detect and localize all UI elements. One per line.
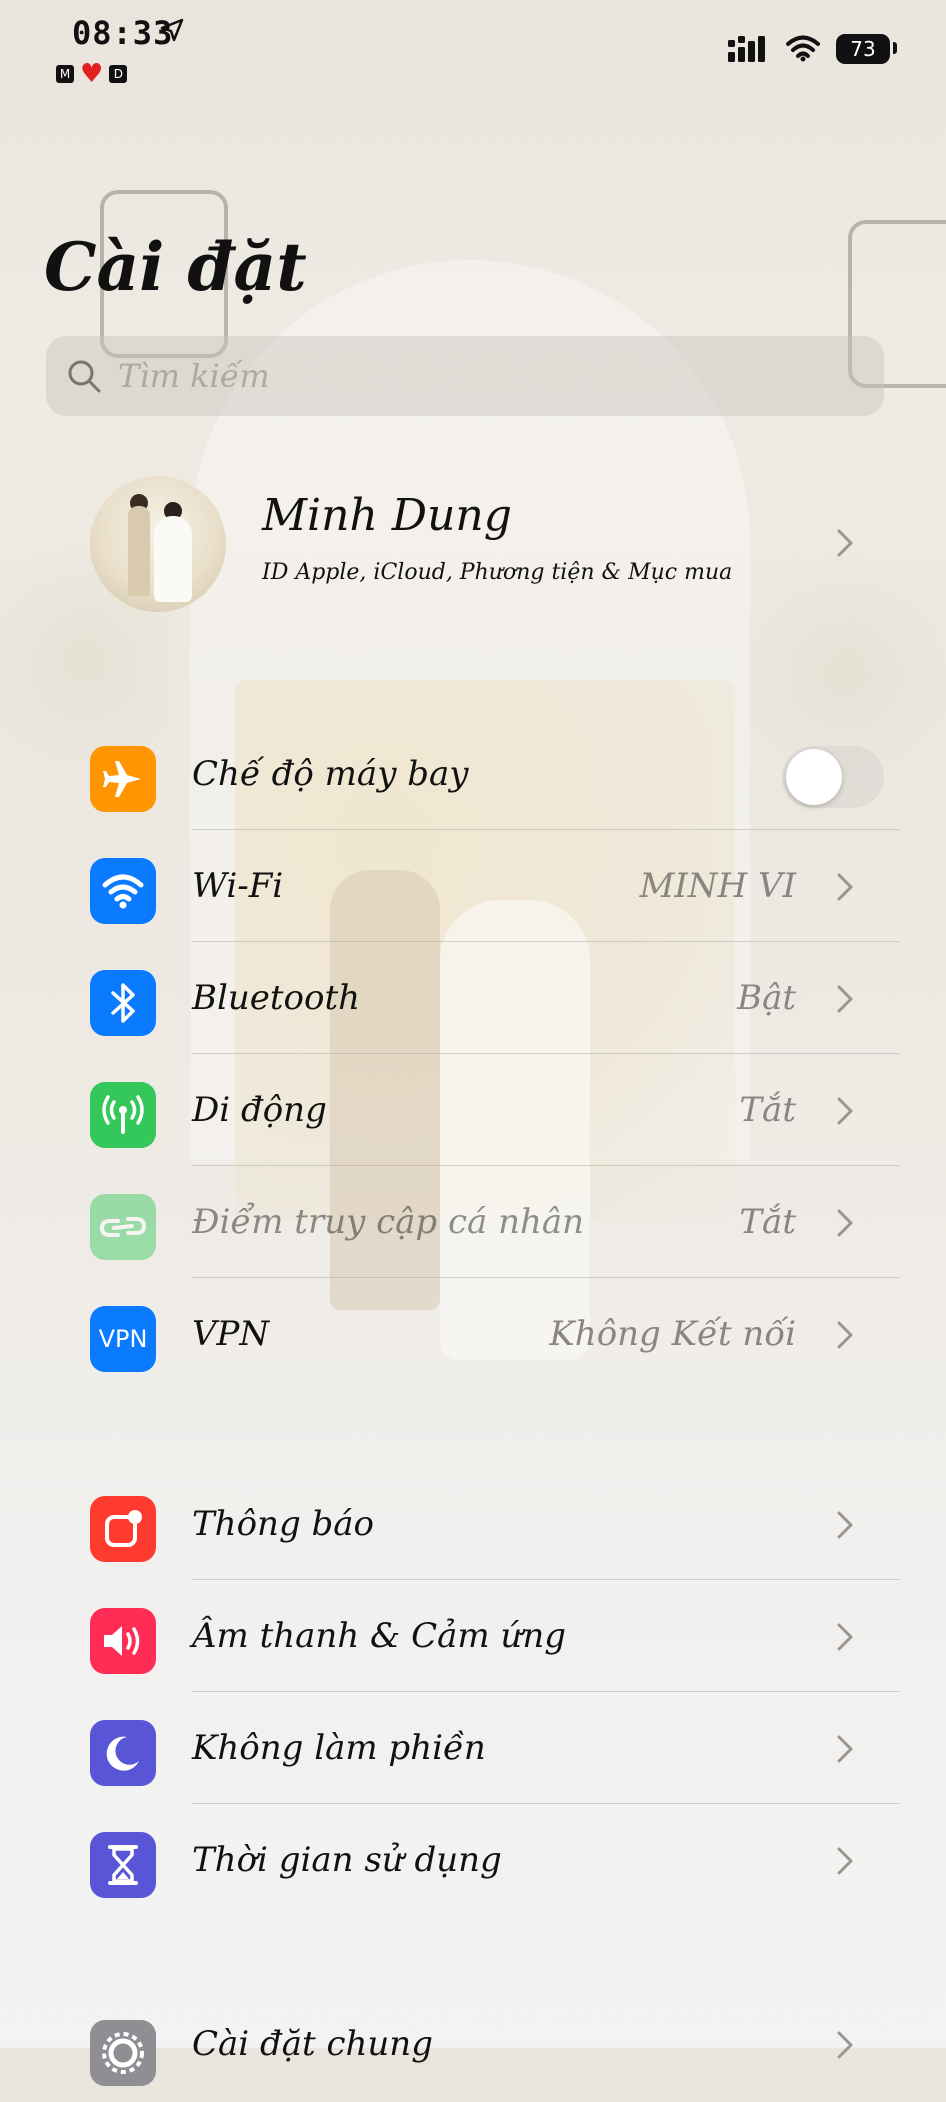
status-bar: 08:33 M ♥ D 73 [0, 0, 946, 100]
chevron-right-icon [837, 1623, 853, 1651]
chevron-right-icon [837, 873, 853, 901]
page-title: Cài đặt [44, 228, 307, 306]
notifications-icon [90, 1496, 156, 1562]
search-bar[interactable] [46, 336, 884, 416]
chevron-right-icon [837, 1847, 853, 1875]
gear-icon [90, 2020, 156, 2086]
hotspot-icon [90, 1194, 156, 1260]
chevron-right-icon [837, 985, 853, 1013]
row-value: Không Kết nối [549, 1314, 796, 1354]
row-bluetooth[interactable]: Bluetooth Bật [46, 942, 900, 1054]
row-label: Thời gian sử dụng [192, 1840, 502, 1880]
row-wifi[interactable]: Wi-Fi MINH VI [46, 830, 900, 942]
profile-subtitle: ID Apple, iCloud, Phương tiện & Mục mua [262, 560, 733, 585]
row-personal-hotspot[interactable]: Điểm truy cập cá nhân Tắt [46, 1166, 900, 1278]
hourglass-icon [90, 1832, 156, 1898]
bluetooth-icon [90, 970, 156, 1036]
airplane-icon [90, 746, 156, 812]
search-icon [68, 360, 101, 393]
row-label: Chế độ máy bay [192, 754, 469, 794]
row-cellular[interactable]: Di động Tắt [46, 1054, 900, 1166]
chevron-right-icon [837, 1735, 853, 1763]
indicator-m: M [56, 65, 74, 83]
row-screen-time[interactable]: Thời gian sử dụng [46, 1804, 900, 1916]
vpn-icon-text: VPN [98, 1325, 148, 1353]
search-input[interactable] [116, 356, 820, 396]
row-general[interactable]: Cài đặt chung [46, 1990, 900, 2102]
row-vpn[interactable]: VPN VPN Không Kết nối [46, 1278, 900, 1390]
row-label: VPN [192, 1314, 270, 1354]
battery-tip [893, 42, 897, 54]
row-airplane-mode[interactable]: Chế độ máy bay [46, 718, 900, 830]
chevron-right-icon [837, 1511, 853, 1539]
row-do-not-disturb[interactable]: Không làm phiền [46, 1692, 900, 1804]
wifi-icon [90, 858, 156, 924]
row-label: Wi-Fi [192, 866, 284, 906]
vpn-icon: VPN [90, 1306, 156, 1372]
location-arrow-icon [160, 18, 184, 42]
profile-name: Minh Dung [262, 490, 512, 541]
chevron-right-icon [837, 2031, 853, 2059]
settings-group-notifications: Thông báo Âm thanh & Cảm ứng Không làm p… [46, 1468, 900, 1916]
sound-icon [90, 1608, 156, 1674]
cellular-signal-icon [728, 36, 765, 62]
chevron-right-icon [837, 1097, 853, 1125]
status-time: 08:33 [72, 14, 174, 52]
moon-icon [90, 1720, 156, 1786]
row-sounds-haptics[interactable]: Âm thanh & Cảm ứng [46, 1580, 900, 1692]
heart-icon: ♥ [80, 59, 104, 89]
airplane-mode-toggle[interactable] [782, 746, 884, 808]
chevron-right-icon [837, 1209, 853, 1237]
settings-group-general: Cài đặt chung [46, 1990, 900, 2102]
row-label: Âm thanh & Cảm ứng [192, 1616, 566, 1656]
toggle-knob [786, 749, 842, 805]
row-label: Cài đặt chung [192, 2024, 433, 2064]
row-value: Tắt [739, 1090, 796, 1130]
chevron-right-icon [837, 1321, 853, 1349]
row-value: MINH VI [639, 866, 796, 906]
row-label: Không làm phiền [192, 1728, 486, 1768]
cellular-icon [90, 1082, 156, 1148]
row-label: Thông báo [192, 1504, 375, 1544]
indicator-d: D [109, 65, 128, 83]
row-label: Di động [192, 1090, 327, 1130]
avatar [90, 476, 226, 612]
settings-group-connectivity: Chế độ máy bay Wi-Fi MINH VI Bluetooth B… [46, 718, 900, 1390]
apple-id-profile-row[interactable]: Minh Dung ID Apple, iCloud, Phương tiện … [46, 470, 906, 620]
row-value: Tắt [739, 1202, 796, 1242]
row-notifications[interactable]: Thông báo [46, 1468, 900, 1580]
status-indicators: M ♥ D [56, 59, 128, 89]
row-value: Bật [737, 978, 796, 1018]
row-label: Điểm truy cập cá nhân [192, 1202, 585, 1242]
battery-level: 73 [836, 34, 890, 64]
wifi-status-icon [786, 35, 820, 62]
row-label: Bluetooth [192, 978, 361, 1018]
chevron-right-icon [837, 529, 853, 557]
